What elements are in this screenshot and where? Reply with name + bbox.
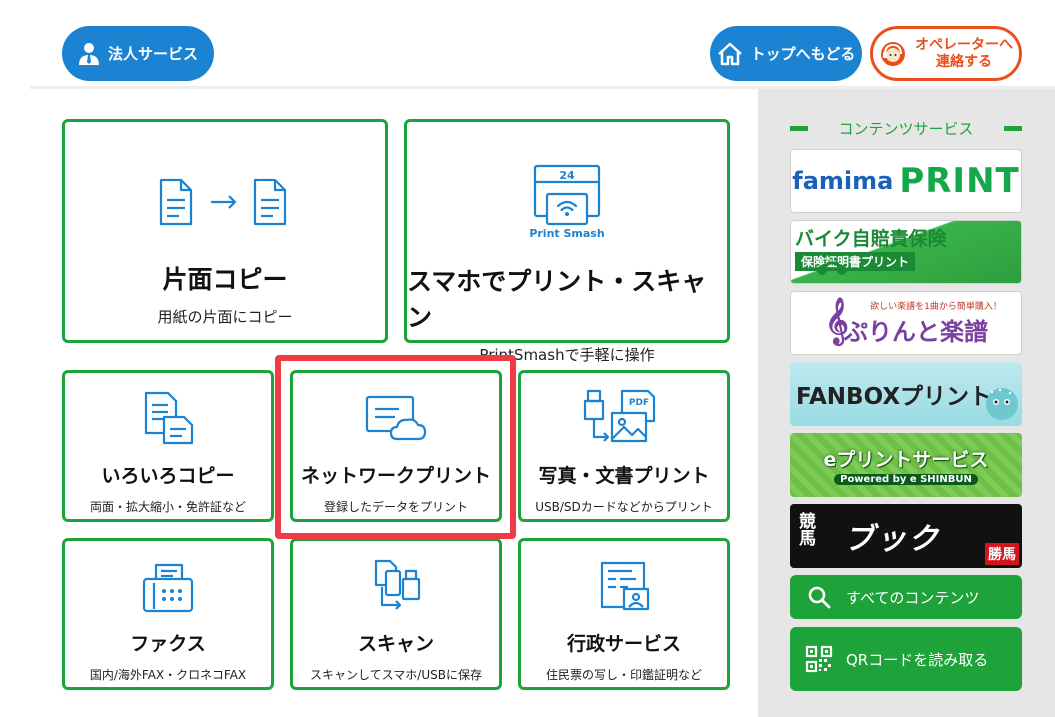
bike-insurance-title: バイク自賠責保険: [795, 228, 947, 250]
tile-subtitle: USB/SDカードなどからプリント: [535, 500, 713, 514]
read-qr-code-label: QRコードを読み取る: [846, 650, 989, 669]
heading-bar-right: [1003, 125, 1022, 131]
fanbox-title: FANBOXプリント: [795, 384, 993, 410]
tile-title: ファクス: [130, 633, 206, 655]
keiba-vertical-text: 競馬: [795, 512, 815, 546]
tile-title: スマホでプリント・スキャン: [407, 267, 707, 332]
tile-subtitle: 住民票の写し・印鑑証明など: [545, 668, 702, 682]
contents-heading-text: コンテンツサービス: [838, 119, 974, 138]
search-icon: [804, 585, 834, 609]
contact-operator-button[interactable]: オペレーターへ 連絡する: [870, 26, 1022, 81]
fax-machine-icon: [140, 561, 196, 615]
eprint-powered-by: Powered by e SHINBUN: [834, 474, 978, 485]
tile-subtitle: 両面・拡大縮小・免許証など: [89, 500, 246, 514]
tile-subtitle: 国内/海外FAX・クロネコFAX: [89, 668, 247, 682]
scan-to-usb-icon: [366, 557, 426, 615]
print-gakufu-banner[interactable]: 欲しい楽譜を1曲から簡単購入！ ぷりんと楽譜 𝄞: [790, 291, 1022, 355]
back-to-top-button[interactable]: トップへもどる: [710, 26, 862, 81]
print-logo-text: PRINT: [899, 161, 1020, 201]
motorcycle-icon: [815, 258, 849, 280]
home-icon: [717, 42, 743, 66]
bike-insurance-banner[interactable]: バイク自賠責保険 保険証明書プリント: [790, 220, 1022, 284]
tile-subtitle: スキャンしてスマホ/USBに保存: [310, 668, 482, 682]
tile-title: いろいろコピー: [101, 465, 235, 487]
selection-highlight: [275, 355, 516, 539]
tile-title: 写真・文書プリント: [538, 465, 710, 487]
usb-pdf-photo-icon: PDF: [582, 387, 666, 447]
operator-headset-icon: [879, 40, 907, 68]
copy-document-icon: [155, 174, 295, 230]
keiba-book-title: ブック: [844, 522, 940, 557]
tile-photo-document-print[interactable]: PDF 写真・文書プリント USB/SDカードなどからプリント: [518, 370, 730, 522]
svg-text:PDF: PDF: [629, 398, 649, 408]
svg-text:24: 24: [559, 169, 575, 182]
tile-government-service[interactable]: 行政サービス 住民票の写し・印鑑証明など: [518, 538, 730, 690]
gakufu-title: ぷりんと楽譜: [844, 318, 988, 346]
eprint-service-banner[interactable]: eプリントサービス Powered by e SHINBUN: [790, 433, 1022, 497]
shark-mascot-icon: [980, 376, 1020, 426]
keiba-red-badge: 勝馬: [985, 543, 1019, 565]
various-copy-icon: [138, 389, 198, 447]
heading-bar-left: [790, 125, 808, 131]
tile-scan[interactable]: スキャン スキャンしてスマホ/USBに保存: [290, 538, 502, 690]
operator-label-line1: オペレーターへ: [915, 37, 1013, 54]
famima-print-banner[interactable]: famima PRINT: [790, 149, 1022, 213]
back-to-top-label: トップへもどる: [750, 45, 856, 63]
corporate-service-label: 法人サービス: [107, 45, 198, 63]
qr-code-icon: [804, 645, 834, 673]
tile-smartphone-print-scan[interactable]: 24 Print Smash スマホでプリント・スキャン PrintSmashで…: [404, 119, 730, 364]
bike-insurance-subtitle: 保険証明書プリント: [795, 252, 916, 271]
tile-title: 片面コピー: [162, 265, 288, 294]
tile-single-side-copy[interactable]: 片面コピー 用紙の片面にコピー: [62, 119, 388, 343]
contents-heading: コンテンツサービス: [790, 117, 1022, 139]
famima-logo-text: famima: [792, 167, 894, 195]
tile-fax[interactable]: ファクス 国内/海外FAX・クロネコFAX: [62, 538, 274, 690]
corporate-service-button[interactable]: 法人サービス: [62, 26, 214, 81]
tile-subtitle: 用紙の片面にコピー: [157, 308, 293, 326]
tile-title: 行政サービス: [566, 633, 681, 655]
svg-text:Print Smash: Print Smash: [529, 227, 604, 240]
gakufu-tagline: 欲しい楽譜を1曲から簡単購入！: [870, 302, 1002, 312]
operator-label-line2: 連絡する: [936, 53, 992, 70]
all-contents-button[interactable]: すべてのコンテンツ: [790, 575, 1022, 619]
certificate-icon: [594, 559, 654, 615]
eprint-title: eプリントサービス: [823, 449, 989, 471]
print-smash-icon: 24 Print Smash: [527, 164, 607, 240]
business-person-icon: [78, 42, 100, 66]
all-contents-label: すべてのコンテンツ: [846, 588, 980, 607]
tile-title: スキャン: [357, 633, 434, 655]
tile-various-copy[interactable]: いろいろコピー 両面・拡大縮小・免許証など: [62, 370, 274, 522]
read-qr-code-button[interactable]: QRコードを読み取る: [790, 627, 1022, 691]
treble-clef-icon: 𝄞: [825, 298, 849, 344]
keiba-book-banner[interactable]: 競馬 ブック 勝馬: [790, 504, 1022, 568]
fanbox-print-banner[interactable]: FANBOXプリント: [790, 362, 1022, 426]
